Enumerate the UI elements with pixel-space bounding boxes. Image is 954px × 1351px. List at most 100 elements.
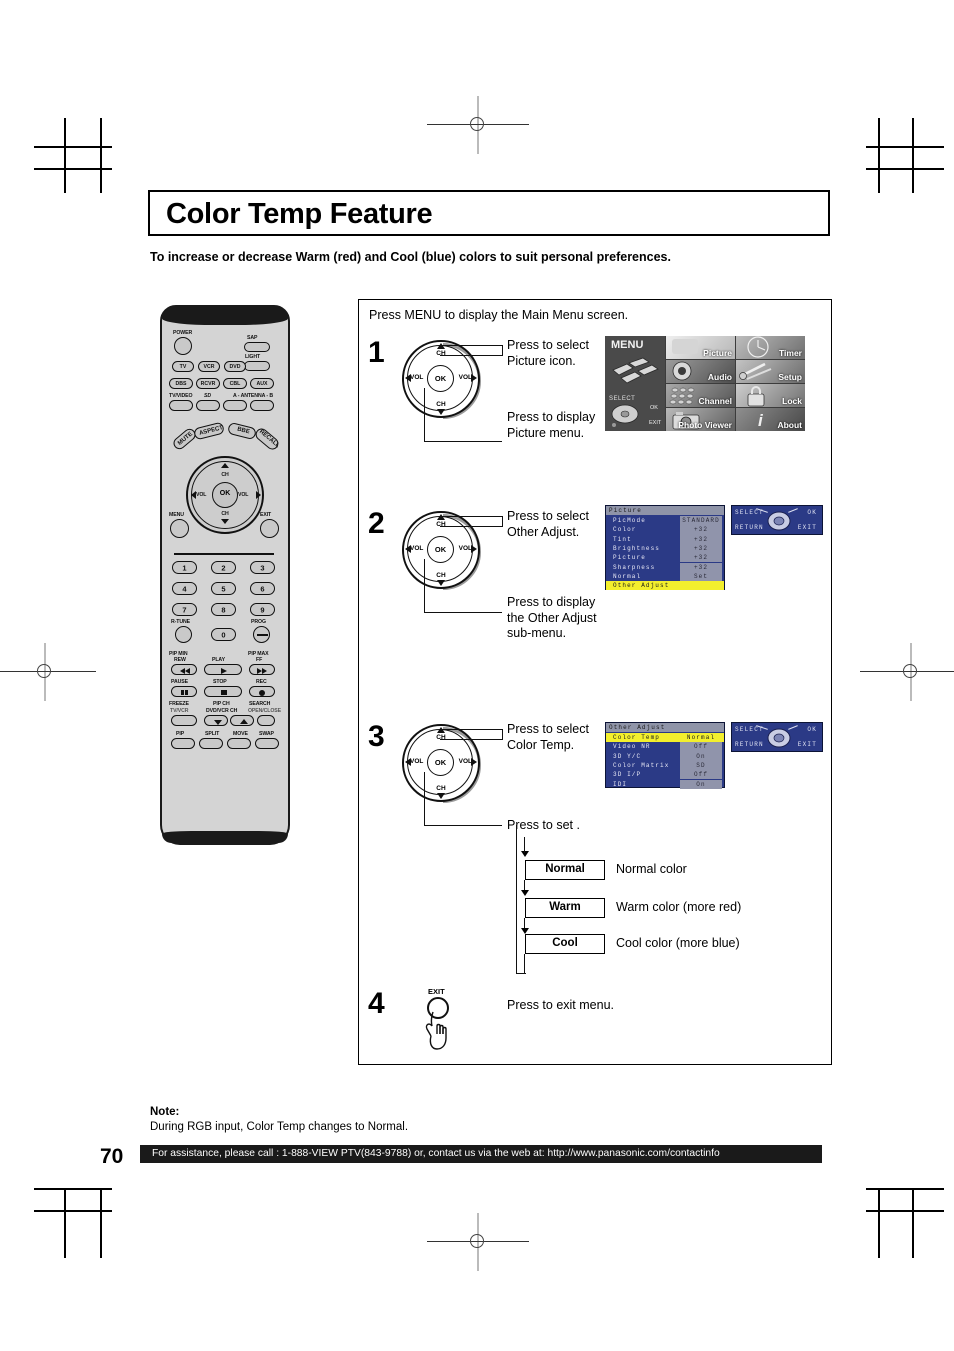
remote-move-label: MOVE: [233, 731, 248, 737]
remote-num-4[interactable]: 4: [172, 582, 197, 595]
remote-left-arrow-icon: [191, 491, 196, 499]
osd-row-picmode[interactable]: PicMode STANDARD: [606, 516, 724, 526]
osd-row-normal[interactable]: Normal Set: [606, 571, 724, 582]
remote-num-3[interactable]: 3: [250, 561, 275, 574]
remote-power-button[interactable]: [174, 337, 192, 355]
remote-light-button[interactable]: [244, 361, 270, 371]
osd-row-idi[interactable]: IDI On: [606, 779, 724, 789]
chevron-up-icon: [240, 719, 248, 724]
remote-down-arrow-icon: [221, 519, 229, 524]
remote-num-9[interactable]: 9: [250, 603, 275, 616]
remote-exit-button[interactable]: [260, 519, 279, 538]
remote-pause-button[interactable]: [171, 686, 197, 697]
main-menu-tile-picture[interactable]: Picture: [666, 336, 735, 359]
remote-num-5[interactable]: 5: [211, 582, 236, 595]
osd-row-tint[interactable]: Tint +32: [606, 534, 724, 544]
main-menu-left-panel: MENU SELECT OK EXIT: [605, 336, 665, 431]
remote-freeze-button[interactable]: [171, 715, 197, 726]
remote-pip-ch-up-button[interactable]: [230, 715, 254, 726]
remote-num-6[interactable]: 6: [250, 582, 275, 595]
remote-play-button[interactable]: [204, 664, 242, 675]
osd-row-color[interactable]: Color +32: [606, 525, 724, 535]
remote-rew-button[interactable]: [171, 664, 197, 675]
main-menu-tile-channel[interactable]: Channel: [666, 384, 735, 407]
main-menu-tile-lock[interactable]: Lock: [736, 384, 805, 407]
main-menu-tile-audio[interactable]: Audio: [666, 360, 735, 383]
remote-control-illustration: POWER SAP LIGHT TV VCR DVD DBS RCVR CBL …: [160, 305, 290, 845]
lock-icon: [747, 386, 765, 407]
remote-stop-button[interactable]: [204, 686, 242, 697]
remote-search-button[interactable]: [257, 715, 275, 726]
remote-num-8[interactable]: 8: [211, 603, 236, 616]
osd-row-other-adjust[interactable]: Other Adjust: [606, 581, 724, 591]
remote-ff-button[interactable]: [249, 664, 275, 675]
remote-dvd-button[interactable]: DVD: [224, 361, 246, 372]
osd-nav-exit-label: EXIT: [797, 524, 817, 531]
speaker-icon: [672, 361, 692, 381]
remote-antenna-b-button[interactable]: [250, 400, 274, 411]
flow-loop-up: [516, 825, 518, 974]
osd-row-picture[interactable]: Picture +32: [606, 553, 724, 563]
remote-cbl-button[interactable]: CBL: [223, 378, 247, 389]
remote-antenna-a-button[interactable]: [223, 400, 247, 411]
osd-row-sharpness[interactable]: Sharpness +32: [606, 562, 724, 572]
remote-rtune-button[interactable]: [175, 626, 192, 643]
minus-icon: [257, 634, 268, 636]
remote-num-1[interactable]: 1: [172, 561, 197, 574]
osd-row-3d-ip[interactable]: 3D I/P Off: [606, 770, 724, 780]
osd-row-color-temp[interactable]: Color Temp Normal: [606, 733, 724, 743]
main-menu-title: MENU: [611, 339, 644, 351]
remote-pip-ch-down-button[interactable]: [204, 715, 228, 726]
step-4-exit-label: EXIT: [428, 987, 445, 996]
main-menu-tile-about[interactable]: i About: [736, 408, 805, 431]
remote-dbs-button[interactable]: DBS: [169, 378, 193, 389]
remote-rec-button[interactable]: [249, 686, 275, 697]
remote-pip-button[interactable]: [171, 738, 195, 749]
remote-sap-button[interactable]: [244, 342, 270, 352]
step-3-leader-top-b: [502, 729, 504, 740]
step-2-call-top: Press to select Other Adjust.: [507, 509, 589, 539]
main-menu-exit-label: EXIT: [649, 420, 662, 426]
remote-split-button[interactable]: [199, 738, 223, 749]
remote-num-0[interactable]: 0: [211, 628, 236, 641]
remote-aux-button[interactable]: AUX: [250, 378, 274, 389]
remote-prog-button[interactable]: [253, 626, 270, 643]
osd-row-3d-yc[interactable]: 3D Y/C On: [606, 751, 724, 761]
step-3-leader-bot-a: [424, 772, 426, 826]
flow-option-cool[interactable]: Cool: [525, 934, 605, 954]
remote-vol-left-label: VOL: [196, 492, 207, 498]
osd-row-brightness[interactable]: Brightness +32: [606, 543, 724, 554]
step-3-call-top: Press to select Color Temp.: [507, 722, 589, 752]
osd-row-video-nr[interactable]: Video NR Off: [606, 742, 724, 752]
page-subtitle: To increase or decrease Warm (red) and C…: [150, 250, 671, 264]
remote-tvvideo-label: TV/VIDEO: [169, 393, 193, 399]
remote-power-label: POWER: [173, 330, 193, 336]
main-menu-tile-setup[interactable]: Setup: [736, 360, 805, 383]
main-menu-tile-timer[interactable]: Timer: [736, 336, 805, 359]
step-1-leader-top-a: [440, 355, 503, 357]
remote-sd-button[interactable]: [196, 400, 220, 411]
remote-play-label: PLAY: [212, 657, 225, 663]
osd-row-color-matrix[interactable]: Color Matrix SD: [606, 760, 724, 771]
flow-option-normal[interactable]: Normal: [525, 860, 605, 880]
remote-freeze-label: FREEZE: [169, 701, 189, 707]
remote-move-button[interactable]: [227, 738, 251, 749]
remote-num-2[interactable]: 2: [211, 561, 236, 574]
flow-option-warm[interactable]: Warm: [525, 898, 605, 918]
rewind-icon-2: [185, 668, 190, 674]
remote-sd-label: SD: [204, 393, 212, 399]
main-menu-tile-photo-viewer[interactable]: Photo Viewer: [666, 408, 735, 431]
remote-tv-button[interactable]: TV: [172, 361, 194, 372]
remote-vcr-button[interactable]: VCR: [198, 361, 220, 372]
hand-pointer-icon: [425, 1011, 447, 1050]
manual-page: Color Temp Feature To increase or decrea…: [0, 0, 954, 1351]
remote-menu-button[interactable]: [170, 519, 189, 538]
remote-bottom-cap: [162, 831, 288, 843]
remote-swap-button[interactable]: [255, 738, 279, 749]
remote-rcvr-button[interactable]: RCVR: [196, 378, 220, 389]
remote-tvvideo-button[interactable]: [169, 400, 193, 411]
osd-nav-return-label: RETURN: [735, 741, 764, 748]
registration-mark-bottom: [427, 1213, 529, 1271]
remote-num-7[interactable]: 7: [172, 603, 197, 616]
remote-ok-button[interactable]: OK: [212, 482, 238, 508]
